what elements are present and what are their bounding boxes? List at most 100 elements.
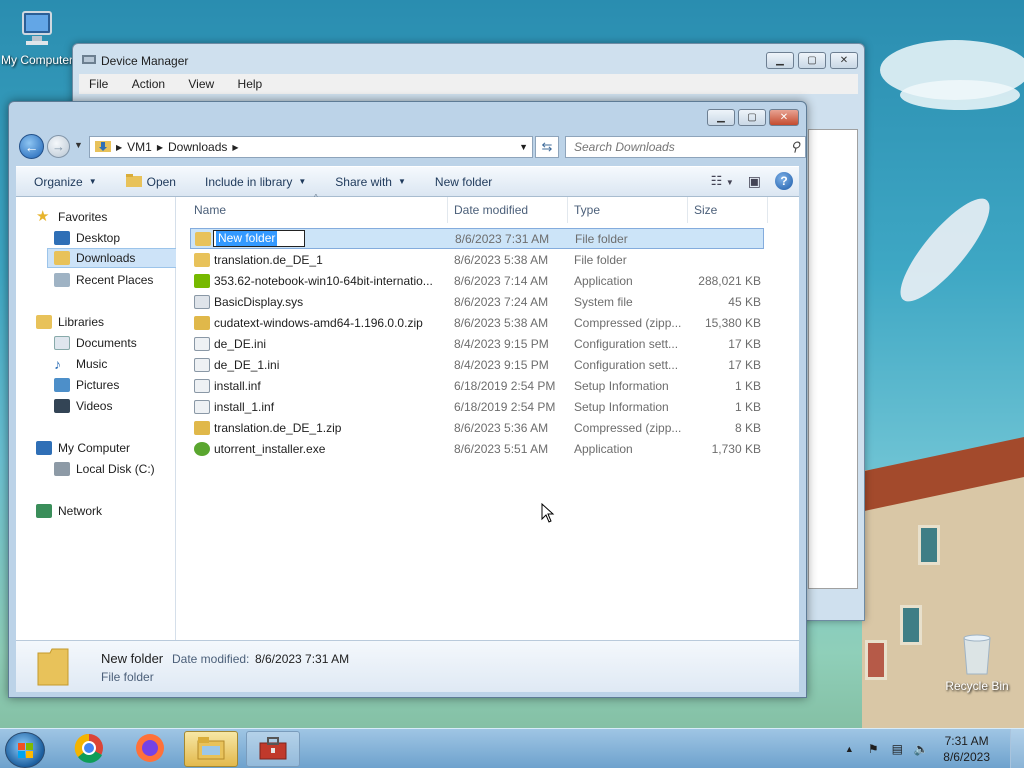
volume-icon[interactable]: 🔈 [913, 741, 929, 757]
minimize-button[interactable]: ▁ [766, 52, 794, 69]
search-box[interactable]: ⚲ [565, 136, 806, 158]
details-date-label: Date modified: [172, 652, 250, 666]
search-icon[interactable]: ⚲ [790, 139, 800, 155]
share-with-label: Share with [335, 174, 392, 189]
column-header-size[interactable]: Size [688, 197, 768, 223]
sidebar-item-videos[interactable]: Videos [54, 396, 112, 416]
refresh-button[interactable]: ⇆ [535, 136, 559, 158]
breadcrumb-downloads[interactable]: Downloads [163, 140, 232, 154]
chevron-up-icon[interactable]: ▲ [841, 741, 857, 757]
inf-file-icon [194, 378, 210, 393]
sidebar-item-network[interactable]: Network [36, 501, 102, 521]
column-header-type[interactable]: Type [568, 197, 688, 223]
taskbar-file-explorer[interactable] [184, 731, 238, 767]
downloads-folder-icon [54, 251, 70, 265]
column-header-name[interactable]: Name [188, 197, 448, 223]
sidebar-item-desktop[interactable]: Desktop [54, 228, 120, 248]
sidebar-item-label: Videos [76, 399, 113, 413]
taskbar: ▲ ⚑ ▤ 🔈 7:31 AM 8/6/2023 [0, 728, 1024, 768]
utorrent-icon [194, 441, 210, 456]
file-row[interactable]: install_1.inf 6/18/2019 2:54 PM Setup In… [190, 396, 764, 417]
new-folder-button[interactable]: New folder [415, 167, 501, 196]
include-in-library-button[interactable]: Include in library ▼ [185, 167, 315, 196]
computer-icon [36, 441, 52, 455]
start-button[interactable] [5, 732, 45, 768]
taskbar-firefox[interactable] [123, 731, 177, 767]
sidebar-item-pictures[interactable]: Pictures [54, 375, 119, 395]
file-row[interactable]: BasicDisplay.sys 8/6/2023 7:24 AM System… [190, 291, 764, 312]
sidebar-item-music[interactable]: ♪ Music [54, 354, 107, 374]
wallpaper-cloud [900, 80, 1020, 110]
file-row[interactable]: cudatext-windows-amd64-1.196.0.0.zip 8/6… [190, 312, 764, 333]
desktop-icon-my-computer[interactable]: My Computer [0, 10, 74, 67]
forward-button[interactable]: → [47, 135, 70, 158]
address-bar[interactable]: ▶ VM1 ▶ Downloads ▶ ▼ [89, 136, 533, 158]
sidebar-item-documents[interactable]: Documents [54, 333, 137, 353]
maximize-button[interactable]: ▢ [738, 109, 766, 126]
file-row[interactable]: translation.de_DE_1.zip 8/6/2023 5:36 AM… [190, 417, 764, 438]
breadcrumb-vm1[interactable]: VM1 [122, 140, 157, 154]
file-explorer-icon [196, 735, 226, 764]
open-label: Open [146, 174, 176, 189]
view-options-icon[interactable]: ☷ ▼ [711, 173, 734, 189]
menu-action[interactable]: Action [122, 74, 175, 91]
sidebar-item-local-disk[interactable]: Local Disk (C:) [54, 459, 155, 479]
close-button[interactable]: ✕ [769, 109, 799, 126]
minimize-button[interactable]: ▁ [707, 109, 735, 126]
sidebar-item-recent-places[interactable]: Recent Places [54, 270, 153, 290]
explorer-window[interactable]: ▁ ▢ ✕ ← → ▼ ▶ VM1 ▶ Downloads ▶ ▼ ⇆ ⚲ Or… [8, 101, 807, 698]
open-button[interactable]: Open [106, 167, 185, 196]
file-type: Configuration sett... [574, 357, 679, 372]
sidebar-item-favorites[interactable]: ★ Favorites [36, 207, 107, 227]
system-tray: ▲ ⚑ ▤ 🔈 7:31 AM 8/6/2023 [837, 729, 1024, 768]
file-row[interactable]: de_DE.ini 8/4/2023 9:15 PM Configuration… [190, 333, 764, 354]
file-date: 6/18/2019 2:54 PM [454, 378, 556, 393]
file-row[interactable]: 353.62-notebook-win10-64bit-internatio..… [190, 270, 764, 291]
breadcrumb-arrow-icon[interactable]: ▶ [232, 143, 238, 152]
sidebar-item-downloads[interactable]: Downloads [47, 248, 182, 268]
file-type: Compressed (zipp... [574, 315, 682, 330]
music-note-icon: ♪ [54, 356, 61, 372]
file-row[interactable]: install.inf 6/18/2019 2:54 PM Setup Info… [190, 375, 764, 396]
file-row[interactable]: New folder 8/6/2023 7:31 AM File folder [190, 228, 764, 249]
help-icon[interactable]: ? [775, 172, 793, 190]
address-dropdown-icon[interactable]: ▼ [519, 142, 528, 152]
menu-file[interactable]: File [79, 74, 118, 91]
file-row[interactable]: translation.de_DE_1 8/6/2023 5:38 AM Fil… [190, 249, 764, 270]
file-name: 353.62-notebook-win10-64bit-internatio..… [214, 273, 433, 288]
clock[interactable]: 7:31 AM 8/6/2023 [943, 733, 990, 765]
search-input[interactable] [574, 140, 784, 154]
action-center-icon[interactable]: ⚑ [865, 741, 881, 757]
desktop-icon-recycle-bin[interactable]: Recycle Bin [942, 632, 1012, 693]
menu-help[interactable]: Help [228, 74, 273, 91]
column-header-date-modified[interactable]: Date modified [448, 197, 568, 223]
file-size: 17 KB [728, 336, 761, 351]
organize-label: Organize [34, 174, 83, 189]
toolbox-icon [258, 735, 288, 764]
preview-pane-icon[interactable]: ▣ [748, 173, 761, 190]
file-name: cudatext-windows-amd64-1.196.0.0.zip [214, 315, 423, 330]
taskbar-chrome[interactable] [62, 731, 116, 767]
nvidia-icon [194, 273, 210, 288]
back-button[interactable]: ← [19, 134, 44, 159]
menu-view[interactable]: View [178, 74, 224, 91]
recent-pages-dropdown[interactable]: ▼ [74, 140, 83, 150]
sidebar-item-my-computer[interactable]: My Computer [36, 438, 130, 458]
share-with-button[interactable]: Share with ▼ [315, 167, 415, 196]
close-button[interactable]: ✕ [830, 52, 858, 69]
rename-input[interactable]: New folder [213, 230, 305, 247]
organize-button[interactable]: Organize ▼ [16, 167, 106, 196]
open-folder-icon [125, 173, 142, 190]
wallpaper-window [918, 525, 940, 565]
sidebar-item-libraries[interactable]: Libraries [36, 312, 104, 332]
show-desktop-button[interactable] [1010, 729, 1024, 768]
file-row[interactable]: utorrent_installer.exe 8/6/2023 5:51 AM … [190, 438, 764, 459]
file-row[interactable]: de_DE_1.ini 8/4/2023 9:15 PM Configurati… [190, 354, 764, 375]
sidebar-item-label: My Computer [58, 441, 131, 455]
file-type: Application [574, 273, 633, 288]
maximize-button[interactable]: ▢ [798, 52, 826, 69]
taskbar-device-manager[interactable] [246, 731, 300, 767]
pictures-icon [54, 378, 70, 392]
network-tray-icon[interactable]: ▤ [889, 741, 905, 757]
file-list: ^ Name Date modified Type Size New folde… [176, 193, 799, 640]
